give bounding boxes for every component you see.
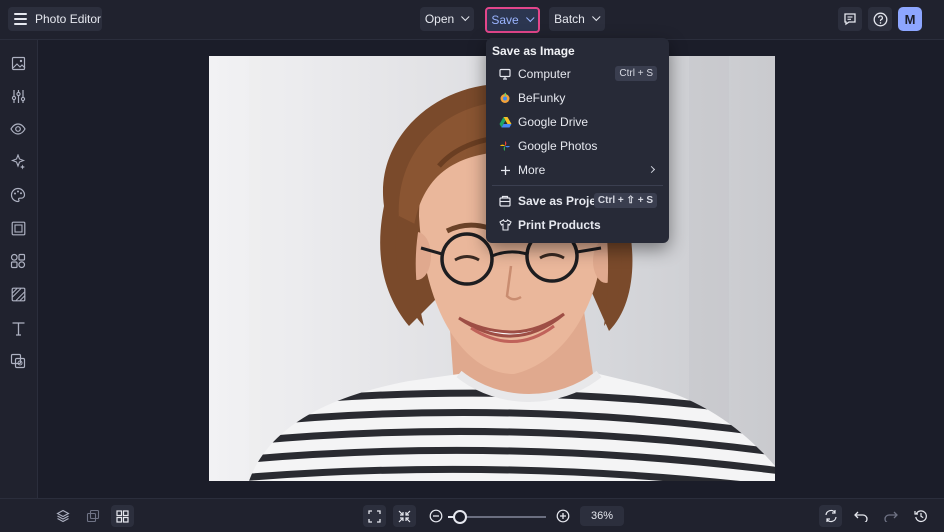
undo-button[interactable] xyxy=(849,505,872,527)
layers-button[interactable] xyxy=(51,505,74,527)
chevron-down-icon xyxy=(591,12,601,22)
save-dropdown-menu: Save as Image Computer Ctrl + S BeFunky … xyxy=(486,38,669,243)
eye-icon[interactable] xyxy=(10,121,26,137)
print-products-item[interactable]: Print Products xyxy=(486,213,669,237)
chevron-right-icon xyxy=(647,165,656,174)
graphics-icon[interactable] xyxy=(10,353,26,369)
shrink-icon xyxy=(398,510,411,522)
zoom-level[interactable]: 36% xyxy=(580,506,624,526)
open-label: Open xyxy=(424,12,455,26)
project-icon xyxy=(498,194,512,208)
google-photos-label: Google Photos xyxy=(518,139,598,153)
batch-button[interactable]: Batch xyxy=(549,7,605,31)
save-to-google-photos-item[interactable]: Google Photos xyxy=(486,134,669,158)
monitor-icon xyxy=(498,67,512,81)
google-photos-icon xyxy=(498,139,512,153)
tool-sidebar xyxy=(0,40,38,498)
save-to-computer-item[interactable]: Computer Ctrl + S xyxy=(486,62,669,86)
bottom-toolbar: 36% xyxy=(0,498,944,532)
zoom-in-button[interactable] xyxy=(551,505,574,527)
zoom-out-button[interactable] xyxy=(424,505,447,527)
save-to-befunky-item[interactable]: BeFunky xyxy=(486,86,669,110)
app-menu-button[interactable]: Photo Editor xyxy=(8,7,102,31)
flip-rotate-button[interactable] xyxy=(819,505,842,527)
comment-icon xyxy=(844,13,856,26)
comments-button[interactable] xyxy=(838,7,862,31)
fullscreen-icon xyxy=(368,509,381,523)
more-options-item[interactable]: More xyxy=(486,158,669,182)
adjust-icon[interactable] xyxy=(10,88,26,104)
zoom-slider-handle[interactable] xyxy=(452,510,467,524)
top-bar: Photo Editor Open Save Batch M xyxy=(0,0,944,40)
save-as-project-item[interactable]: Save as Project Ctrl + ⇧ + S xyxy=(486,189,669,213)
image-icon[interactable] xyxy=(10,55,26,71)
more-label: More xyxy=(518,163,546,177)
befunky-label: BeFunky xyxy=(518,91,566,105)
computer-label: Computer xyxy=(518,67,571,81)
layers-icon xyxy=(55,509,70,523)
hamburger-icon xyxy=(14,13,27,25)
text-icon[interactable] xyxy=(10,320,26,336)
paint-icon[interactable] xyxy=(10,187,26,203)
batch-label: Batch xyxy=(554,12,585,26)
grid-view-button[interactable] xyxy=(111,505,134,527)
grid-icon xyxy=(116,509,129,523)
texture-icon[interactable] xyxy=(10,286,26,302)
rotate-icon xyxy=(824,509,837,523)
help-icon xyxy=(873,12,887,26)
google-drive-icon xyxy=(498,115,512,129)
fit-to-screen-button[interactable] xyxy=(363,505,386,527)
zoom-in-icon xyxy=(556,509,569,523)
chevron-down-icon xyxy=(461,12,470,22)
app-title: Photo Editor xyxy=(35,12,102,26)
save-as-project-shortcut: Ctrl + ⇧ + S xyxy=(593,193,657,208)
plus-icon xyxy=(498,163,512,177)
help-button[interactable] xyxy=(868,7,892,31)
save-to-google-drive-item[interactable]: Google Drive xyxy=(486,110,669,134)
undo-icon xyxy=(853,511,868,522)
compare-icon xyxy=(86,509,99,523)
compare-button[interactable] xyxy=(81,505,104,527)
redo-button[interactable] xyxy=(879,505,902,527)
computer-shortcut: Ctrl + S xyxy=(615,66,657,81)
save-as-image-header: Save as Image xyxy=(492,44,575,58)
redo-icon xyxy=(883,511,898,522)
open-button[interactable]: Open xyxy=(420,7,474,31)
frame-icon[interactable] xyxy=(10,220,26,236)
shirt-icon xyxy=(498,218,512,232)
google-drive-label: Google Drive xyxy=(518,115,589,129)
print-products-label: Print Products xyxy=(518,218,601,232)
save-button[interactable]: Save xyxy=(485,7,540,33)
history-button[interactable] xyxy=(909,505,932,527)
actual-size-button[interactable] xyxy=(393,505,416,527)
menu-divider xyxy=(492,185,663,186)
zoom-out-icon xyxy=(429,509,442,523)
effects-icon[interactable] xyxy=(10,154,26,170)
history-icon xyxy=(913,510,927,523)
befunky-icon xyxy=(498,91,512,105)
save-label: Save xyxy=(491,13,519,27)
chevron-down-icon xyxy=(525,13,535,23)
shapes-icon[interactable] xyxy=(10,253,26,269)
user-avatar[interactable]: M xyxy=(898,7,922,31)
